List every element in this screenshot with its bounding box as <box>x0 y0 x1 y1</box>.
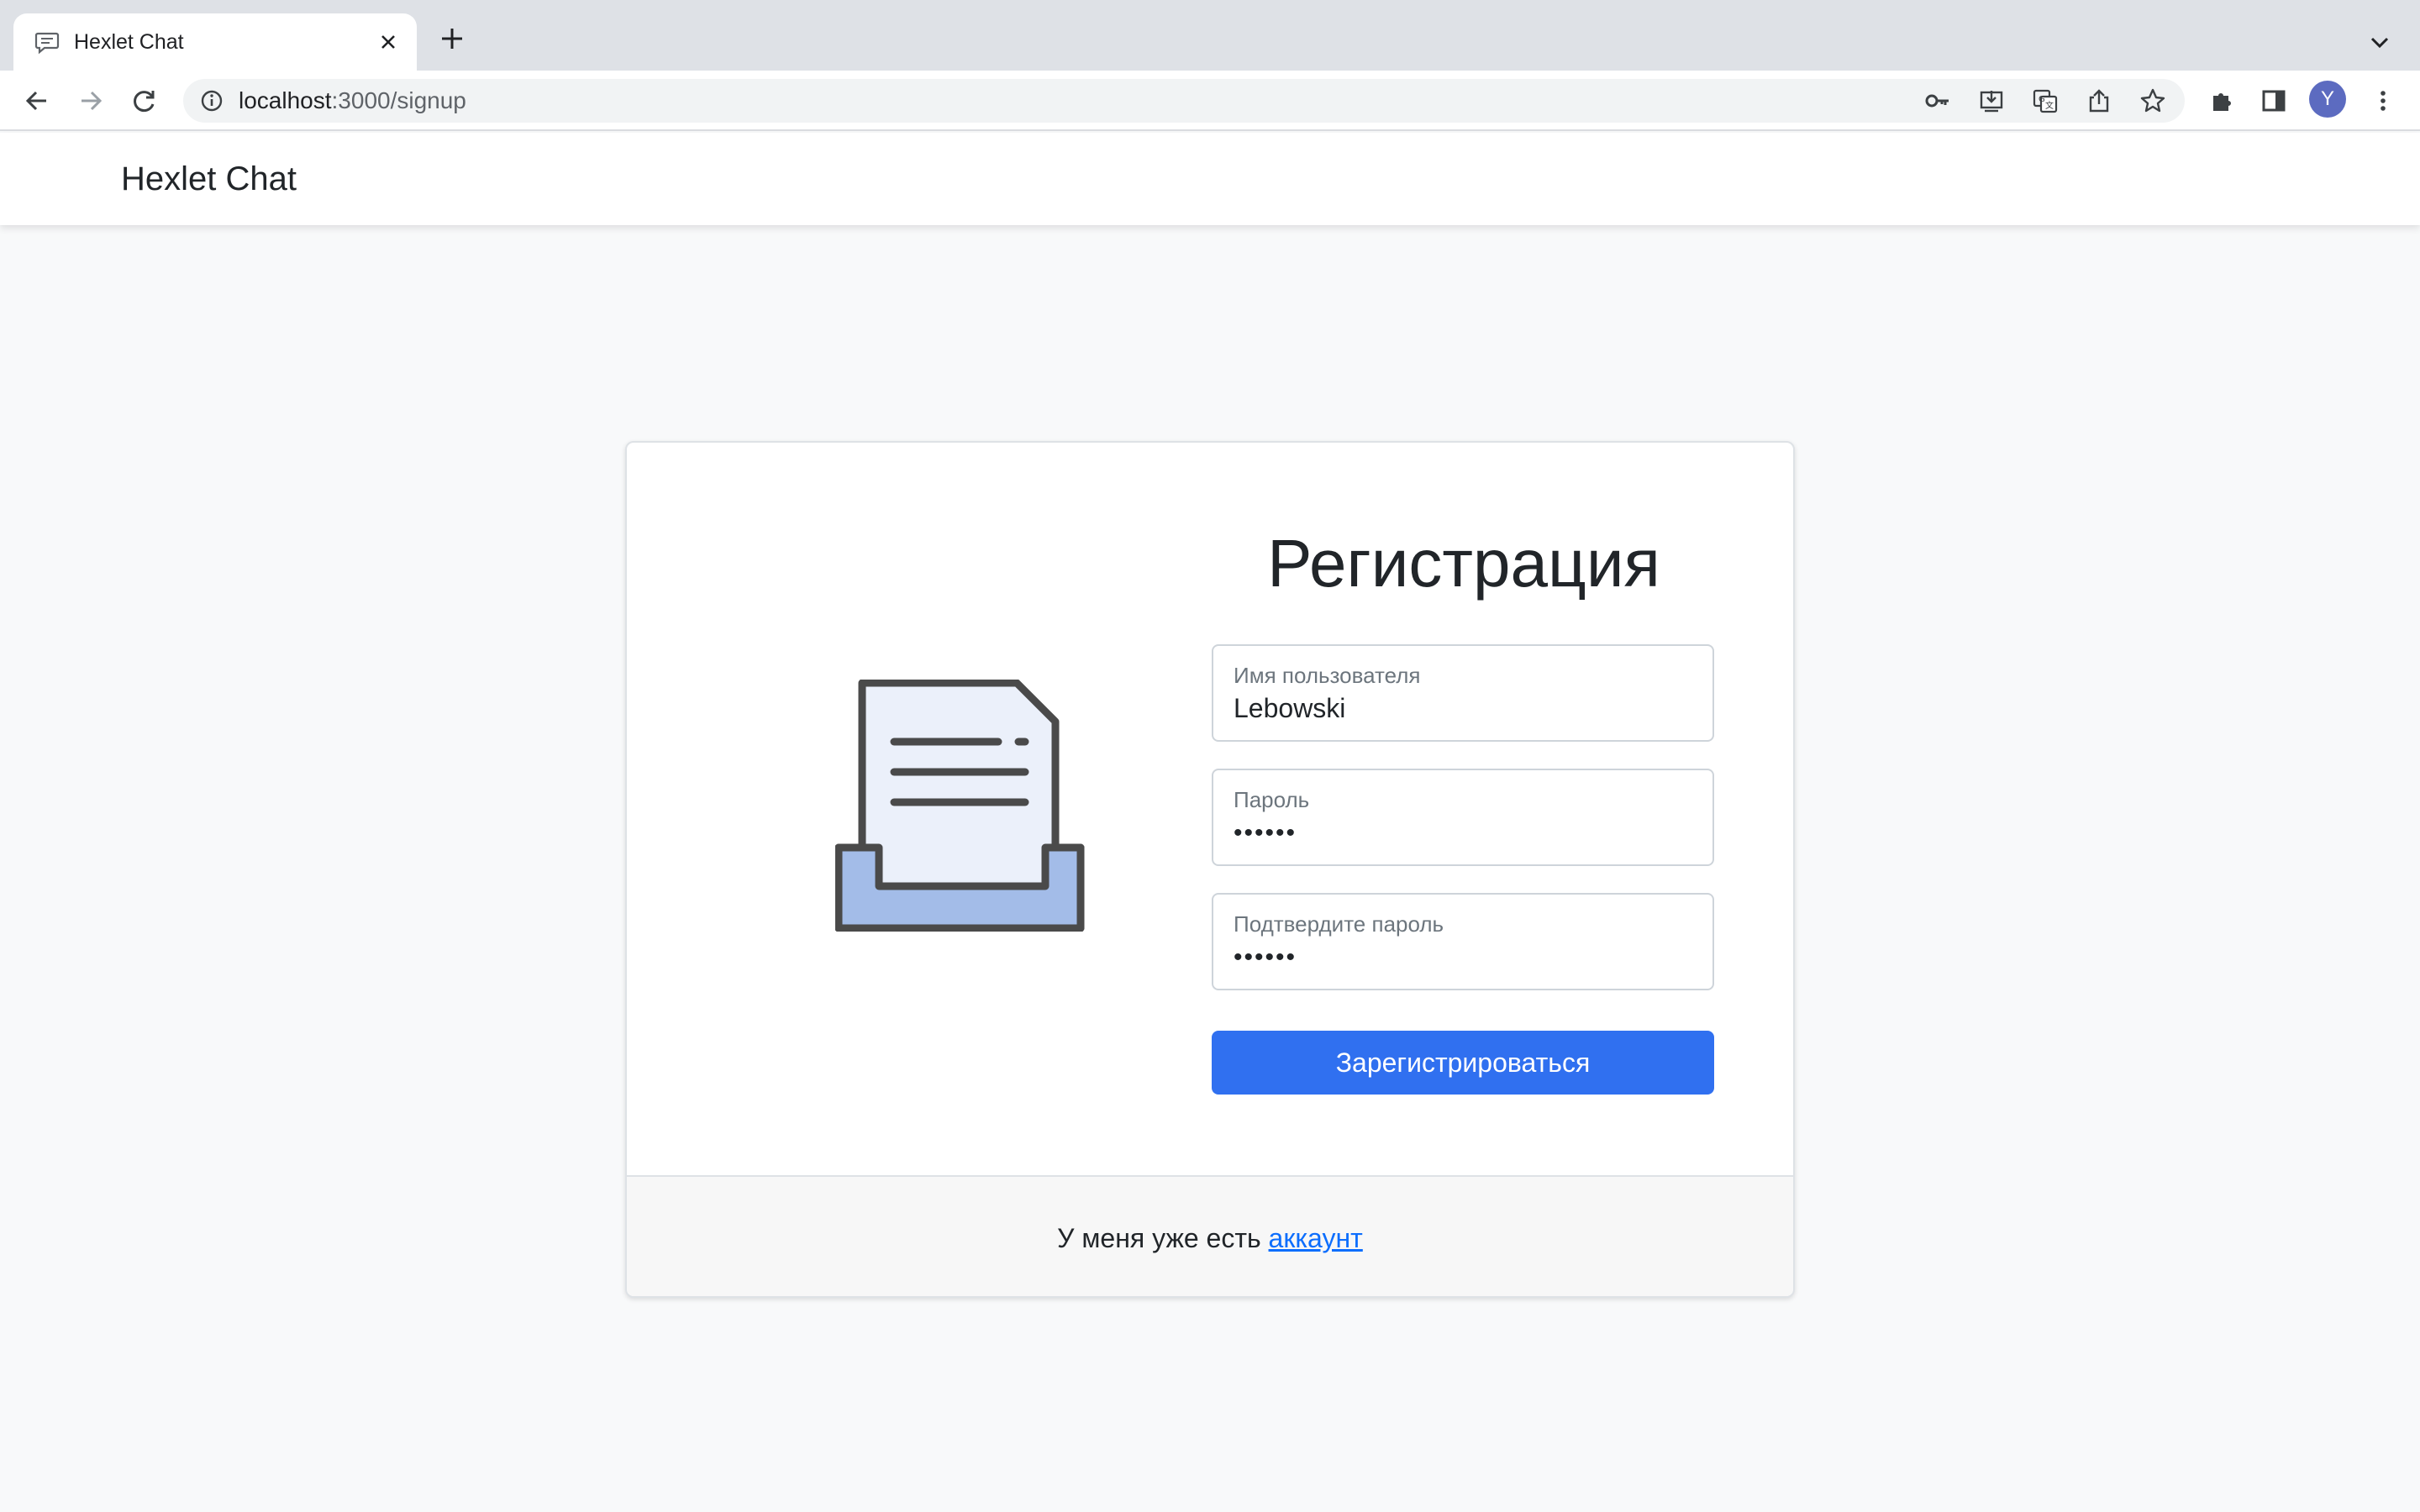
address-bar[interactable]: localhost:3000/signup G 文 <box>183 79 2185 123</box>
username-field[interactable]: Имя пользователя Lebowski <box>1212 644 1714 742</box>
key-icon[interactable] <box>1924 87 1951 114</box>
reload-icon[interactable] <box>128 84 161 118</box>
tab-title: Hexlet Chat <box>74 30 184 54</box>
url-text: localhost:3000/signup <box>239 87 466 113</box>
brand-link[interactable]: Hexlet Chat <box>121 133 297 225</box>
card-footer: У меня уже есть аккаунт <box>627 1175 1793 1296</box>
menu-icon[interactable] <box>2366 84 2400 118</box>
close-icon[interactable] <box>375 29 402 55</box>
forward-icon[interactable] <box>74 84 108 118</box>
footer-text: У меня уже есть <box>1057 1223 1269 1253</box>
password-field[interactable]: Пароль •••••• <box>1212 769 1714 866</box>
username-input[interactable]: Lebowski <box>1234 693 1345 724</box>
chat-icon <box>34 32 60 55</box>
confirm-password-label: Подтвердите пароль <box>1234 911 1444 937</box>
username-label: Имя пользователя <box>1234 663 1421 688</box>
confirm-password-field[interactable]: Подтвердите пароль •••••• <box>1212 893 1714 990</box>
password-label: Пароль <box>1234 787 1310 812</box>
page-title: Регистрация <box>1267 526 1660 601</box>
card-body: Регистрация Имя пользователя Lebowski Па… <box>627 443 1793 1175</box>
chevron-down-icon[interactable] <box>2366 29 2393 55</box>
password-input[interactable]: •••••• <box>1234 819 1297 848</box>
star-icon[interactable] <box>2139 87 2166 114</box>
install-icon[interactable] <box>1978 87 2005 114</box>
document-tray-icon <box>835 680 1085 932</box>
app-navbar: Hexlet Chat <box>0 133 2420 225</box>
browser-tab[interactable]: Hexlet Chat <box>13 13 417 71</box>
svg-text:G: G <box>2039 95 2045 104</box>
signup-button[interactable]: Зарегистрироваться <box>1212 1031 1714 1095</box>
profile-avatar[interactable]: Y <box>2309 81 2346 118</box>
login-link[interactable]: аккаунт <box>1269 1223 1363 1253</box>
translate-icon[interactable]: G 文 <box>2032 87 2059 114</box>
signup-card: Регистрация Имя пользователя Lebowski Па… <box>625 441 1795 1298</box>
confirm-password-input[interactable]: •••••• <box>1234 943 1297 972</box>
sidepanel-icon[interactable] <box>2257 84 2291 118</box>
plus-icon[interactable] <box>437 24 467 54</box>
puzzle-icon[interactable] <box>2205 84 2238 118</box>
info-icon[interactable] <box>198 87 225 114</box>
browser-toolbar: localhost:3000/signup G 文 <box>0 71 2420 131</box>
tab-strip: Hexlet Chat <box>0 0 2420 71</box>
share-icon[interactable] <box>2086 87 2112 114</box>
back-icon[interactable] <box>20 84 54 118</box>
svg-text:文: 文 <box>2045 100 2054 111</box>
